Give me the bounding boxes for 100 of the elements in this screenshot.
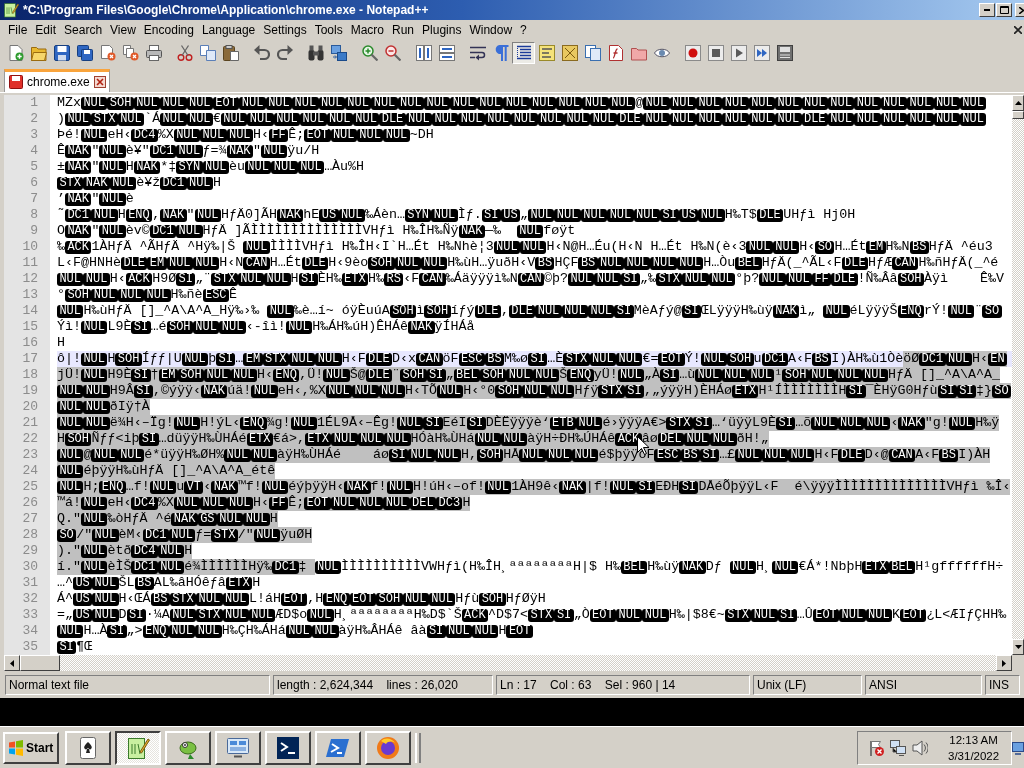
speaker-icon[interactable] bbox=[912, 739, 928, 756]
undo-icon[interactable] bbox=[253, 45, 270, 61]
control-char-badge: NAK bbox=[559, 480, 586, 494]
zoom-in-icon[interactable] bbox=[361, 45, 378, 61]
file-tab[interactable]: chrome.exe bbox=[4, 69, 110, 92]
clock-time[interactable]: 12:13 AM bbox=[949, 731, 998, 748]
line-number: 23 bbox=[4, 447, 50, 463]
control-char-badge: NUL bbox=[864, 416, 891, 430]
menu-item[interactable]: Edit bbox=[31, 23, 61, 37]
play-icon[interactable] bbox=[730, 45, 747, 61]
binary-text: HƒÄ ^éu3 bbox=[928, 239, 993, 255]
copy-icon[interactable] bbox=[199, 45, 216, 61]
save-macro-icon[interactable] bbox=[776, 45, 793, 61]
zoom-out-icon[interactable] bbox=[384, 45, 401, 61]
binary-text: H9Â bbox=[109, 383, 134, 399]
user-language-icon[interactable] bbox=[538, 45, 555, 61]
menu-item[interactable]: View bbox=[106, 23, 140, 37]
binary-text: Hƒù bbox=[455, 591, 480, 607]
redo-icon[interactable] bbox=[276, 45, 293, 61]
control-char-badge: NUL bbox=[945, 352, 972, 366]
control-char-badge: FF bbox=[268, 128, 289, 142]
control-char-badge: ENQ bbox=[567, 368, 594, 382]
fast-forward-icon[interactable] bbox=[753, 45, 770, 61]
binoculars-icon[interactable] bbox=[307, 45, 324, 61]
document-list-icon[interactable] bbox=[584, 45, 601, 61]
new-file-icon[interactable] bbox=[7, 45, 24, 61]
record-icon[interactable] bbox=[684, 45, 701, 61]
control-char-badge: NUL bbox=[432, 112, 459, 126]
network-computers-icon[interactable] bbox=[890, 739, 906, 756]
document-map-icon[interactable] bbox=[561, 45, 578, 61]
menu-item[interactable]: Window bbox=[465, 23, 517, 37]
taskbar-grip[interactable] bbox=[415, 732, 422, 763]
binary-text: L!áH bbox=[248, 591, 281, 607]
stop-icon[interactable] bbox=[707, 45, 724, 61]
word-wrap-icon[interactable] bbox=[469, 45, 486, 61]
sync-horizontal-icon[interactable] bbox=[438, 45, 455, 61]
control-char-badge: NUL bbox=[57, 464, 84, 478]
binary-text: H‹ bbox=[109, 271, 126, 287]
scrollbar-thumb[interactable] bbox=[1012, 111, 1024, 119]
clock-date[interactable]: 3/31/2022 bbox=[948, 747, 1000, 764]
function-list-icon[interactable] bbox=[607, 45, 624, 61]
close-icon[interactable] bbox=[93, 76, 106, 88]
taskbar-button[interactable] bbox=[115, 730, 162, 765]
binary-text: u bbox=[753, 351, 762, 367]
control-char-badge: ENQ bbox=[99, 480, 126, 494]
clipboard-icon[interactable] bbox=[222, 45, 239, 61]
binary-text: éþÿÿH‰ùHƒÄ []_^A\A^A_étê bbox=[83, 463, 276, 479]
scroll-down-button[interactable] bbox=[1012, 639, 1024, 655]
control-char-badge: STX bbox=[196, 608, 223, 622]
menu-item[interactable]: Run bbox=[388, 23, 419, 37]
scroll-up-button[interactable] bbox=[1012, 95, 1024, 111]
minimize-button[interactable] bbox=[979, 3, 995, 17]
save-all-icon[interactable] bbox=[76, 45, 93, 61]
menu-item[interactable]: Plugins bbox=[418, 23, 466, 37]
close-button[interactable] bbox=[1015, 3, 1024, 17]
scissors-icon[interactable] bbox=[176, 45, 193, 61]
scroll-left-button[interactable] bbox=[4, 655, 20, 671]
desktop-icon[interactable] bbox=[1012, 740, 1024, 755]
control-char-badge: NUL bbox=[759, 272, 786, 286]
binary-text: ô|! bbox=[57, 351, 81, 367]
save-icon[interactable] bbox=[53, 45, 70, 61]
close-all-icon[interactable] bbox=[122, 45, 139, 61]
maximize-button[interactable] bbox=[996, 3, 1012, 17]
scrollbar-thumb[interactable] bbox=[20, 655, 60, 671]
folder-icon[interactable] bbox=[630, 45, 647, 61]
binary-text: H¹gffffffH÷ bbox=[915, 559, 1004, 575]
menu-item[interactable]: Macro bbox=[346, 23, 388, 37]
menu-item[interactable]: Encoding bbox=[139, 23, 198, 37]
flag-x-icon[interactable] bbox=[868, 739, 884, 756]
control-char-badge: NUL bbox=[253, 528, 281, 542]
binary-text: H bbox=[57, 335, 65, 351]
close-file-icon[interactable] bbox=[99, 45, 116, 61]
control-char-badge: EM bbox=[866, 240, 886, 254]
control-char-badge: DC1 bbox=[272, 560, 299, 574]
control-char-badge: NUL bbox=[157, 544, 185, 558]
close-icon[interactable] bbox=[1014, 26, 1022, 34]
menu-item[interactable]: File bbox=[4, 23, 32, 37]
menu-item[interactable]: Settings bbox=[259, 23, 311, 37]
start-button[interactable]: Start bbox=[3, 731, 60, 764]
scroll-right-button[interactable] bbox=[996, 655, 1012, 671]
control-char-badge: NUL bbox=[669, 112, 696, 126]
binary-text: " bbox=[91, 143, 100, 159]
binary-text: Ìƒ. bbox=[457, 207, 482, 223]
control-char-badge: EM bbox=[243, 352, 263, 366]
binary-text: H…Òu bbox=[703, 255, 736, 271]
control-char-badge: EOT bbox=[280, 592, 308, 606]
open-folder-icon[interactable] bbox=[30, 45, 47, 61]
menu-item[interactable]: Search bbox=[60, 23, 107, 37]
menu-item[interactable]: ? bbox=[516, 23, 531, 37]
control-char-badge: CAN bbox=[243, 256, 270, 270]
sync-vertical-icon[interactable] bbox=[415, 45, 432, 61]
printer-icon[interactable] bbox=[145, 45, 162, 61]
menu-item[interactable]: Language bbox=[197, 23, 260, 37]
control-char-badge: BS bbox=[535, 256, 555, 270]
control-char-badge: BS bbox=[578, 256, 598, 270]
find-replace-icon[interactable] bbox=[330, 45, 347, 61]
binary-text: éýþÿÿH‹ bbox=[288, 479, 345, 495]
menu-item[interactable]: Tools bbox=[310, 23, 347, 37]
control-char-badge: FF bbox=[268, 496, 289, 510]
binary-text: H bbox=[107, 351, 116, 367]
